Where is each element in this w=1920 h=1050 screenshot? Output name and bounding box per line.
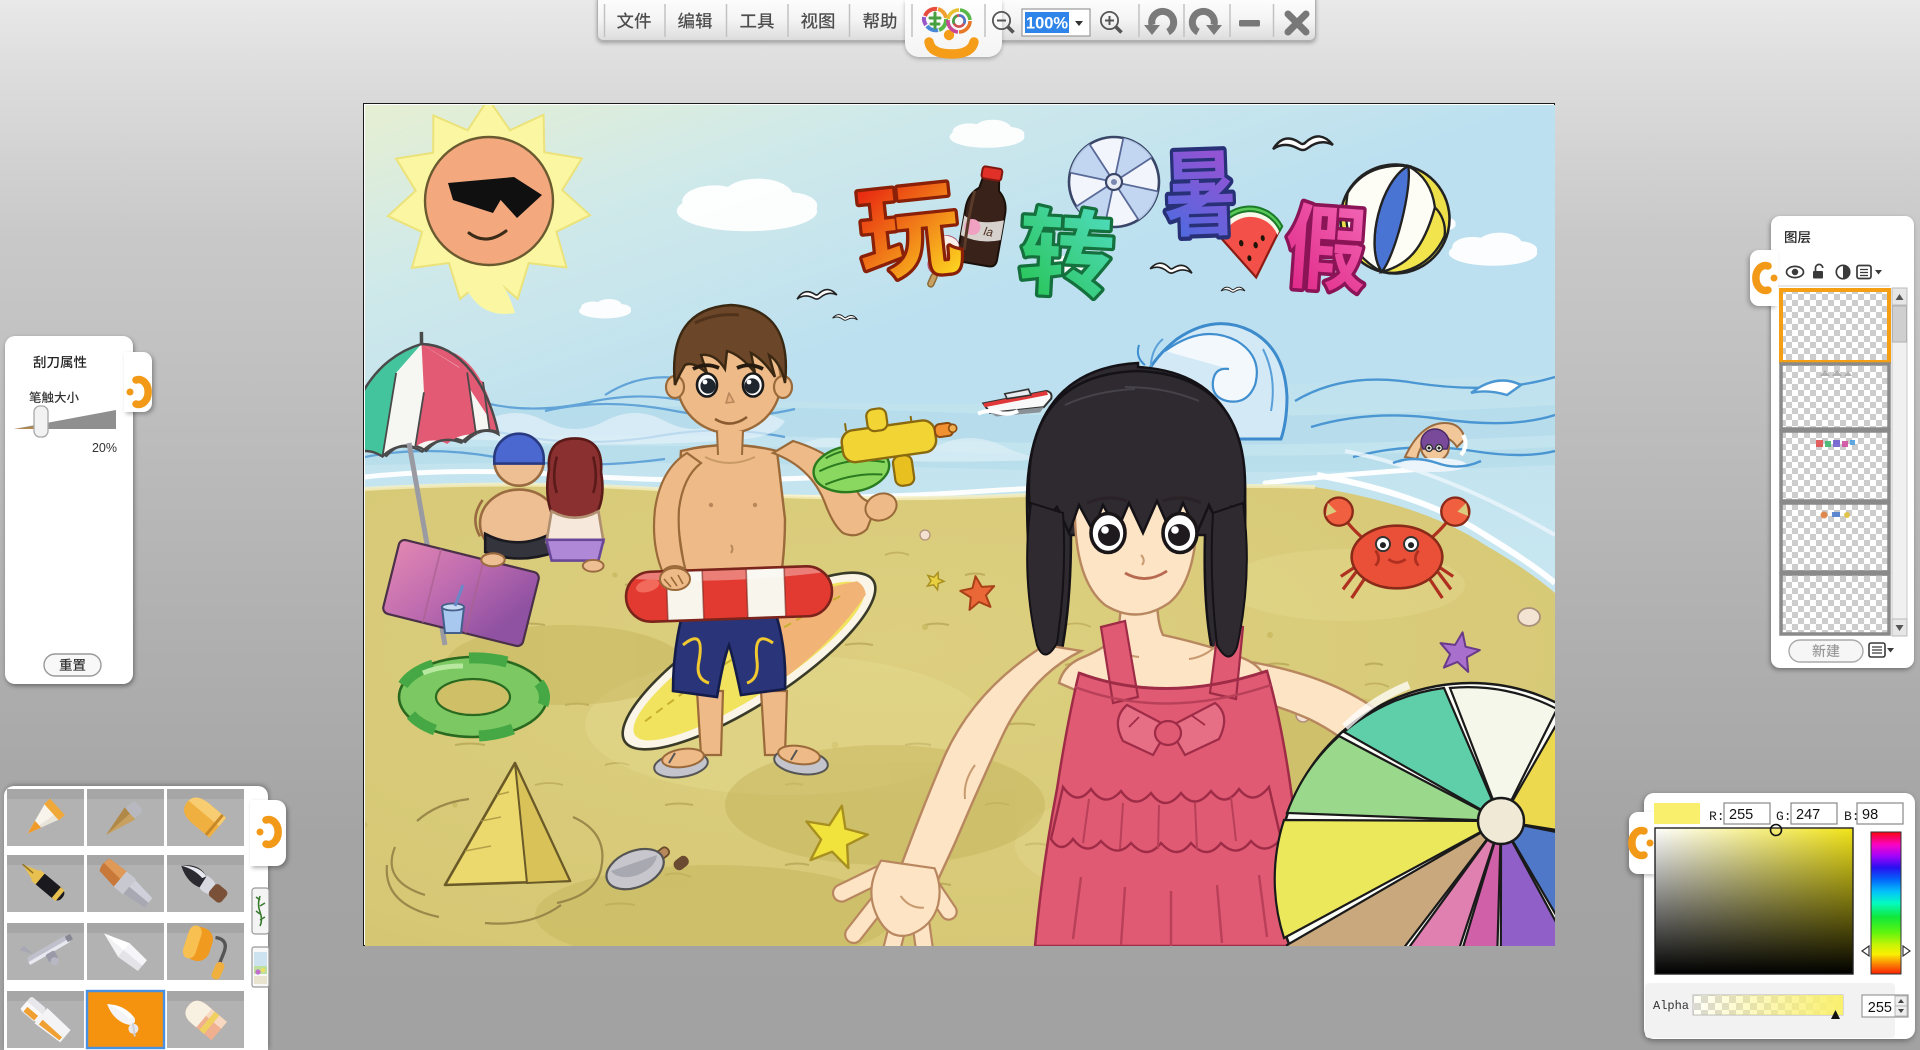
- svg-text:20%: 20%: [92, 441, 117, 455]
- svg-text:255: 255: [1868, 1000, 1892, 1016]
- svg-text:G:: G:: [1776, 809, 1792, 824]
- svg-text:Alpha: Alpha: [1653, 999, 1689, 1013]
- svg-text:98: 98: [1862, 807, 1878, 823]
- svg-text:255: 255: [1729, 807, 1753, 823]
- svg-text:247: 247: [1796, 807, 1820, 823]
- svg-text:R:: R:: [1709, 809, 1725, 824]
- svg-text:100%: 100%: [1026, 15, 1069, 33]
